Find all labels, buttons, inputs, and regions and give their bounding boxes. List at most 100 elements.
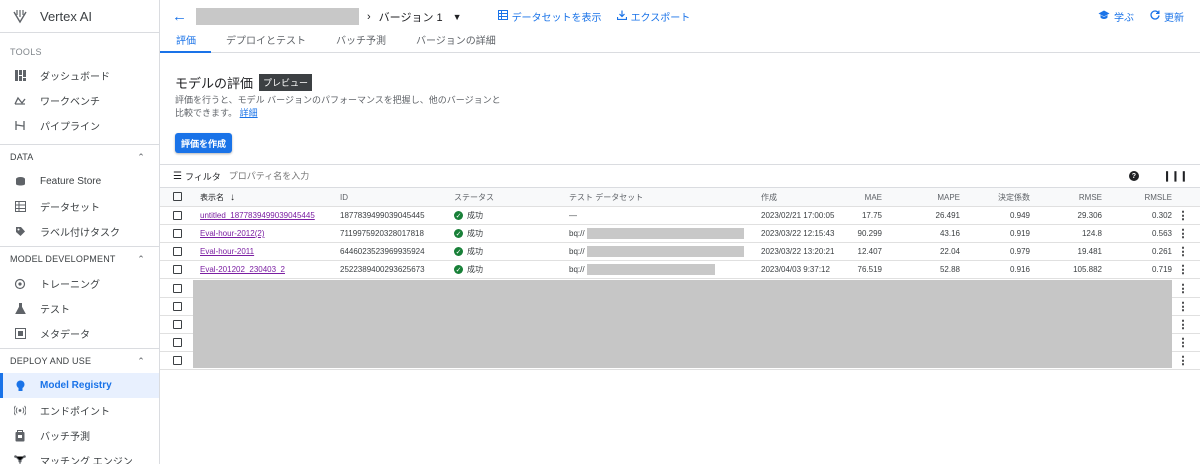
filter-icon[interactable]: ☰: [173, 171, 182, 182]
top-bar: ← › バージョン 1 ▼ データセットを表示 エクスポート 学ぶ 更新: [160, 0, 1200, 33]
row-checkbox[interactable]: [173, 302, 182, 311]
column-header-rmse[interactable]: RMSE: [1060, 188, 1102, 206]
sidebar-item-pipeline[interactable]: パイプライン: [0, 113, 159, 138]
column-display-icon[interactable]: ❙❙❙: [1163, 171, 1188, 182]
status-text: 成功: [467, 229, 483, 238]
learn-label: 学ぶ: [1114, 13, 1134, 24]
description-text: 評価を行うと、モデル バージョンのパフォーマンスを把握し、他のバージョンと比較で…: [175, 95, 501, 118]
sidebar-item-training[interactable]: トレーニング: [0, 271, 159, 296]
section-model-development-header[interactable]: MODEL DEVELOPMENT ⌃: [0, 246, 159, 271]
version-selector-label[interactable]: バージョン 1: [379, 9, 443, 25]
table-row[interactable]: Eval-201202_230403_2 2522389400293625673…: [160, 261, 1200, 279]
vertex-ai-logo-icon: [13, 10, 27, 24]
more-vert-icon[interactable]: ⋮: [1176, 280, 1190, 297]
tab-batch-prediction[interactable]: バッチ予測: [321, 33, 401, 52]
details-link[interactable]: 詳細: [240, 108, 258, 118]
tab-deploy-test[interactable]: デプロイとテスト: [211, 33, 321, 52]
sidebar-item-model-registry[interactable]: Model Registry: [0, 373, 159, 398]
more-vert-icon[interactable]: ⋮: [1176, 352, 1190, 369]
brand[interactable]: Vertex AI: [0, 0, 159, 33]
more-vert-icon[interactable]: ⋮: [1176, 207, 1190, 224]
row-checkbox[interactable]: [173, 284, 182, 293]
rmsle-cell: 0.261: [1151, 247, 1172, 256]
table-row[interactable]: Eval-hour-2012(2) 7119975920328017818 ✓ 成…: [160, 225, 1200, 243]
sidebar-item-labeling[interactable]: ラベル付けタスク: [0, 219, 159, 244]
table-row[interactable]: untitled_1877839499039045445 18778394990…: [160, 207, 1200, 225]
status-text: 成功: [467, 211, 483, 220]
sidebar-item-dataset[interactable]: データセット: [0, 194, 159, 219]
rmsle-cell: 0.563: [1151, 229, 1172, 238]
row-checkbox[interactable]: [173, 229, 182, 238]
evaluation-name-link[interactable]: Eval-hour-2011: [200, 243, 254, 260]
row-checkbox[interactable]: [173, 320, 182, 329]
refresh-button[interactable]: 更新: [1150, 9, 1184, 24]
section-data-header[interactable]: DATA ⌃: [0, 144, 159, 169]
column-header-dataset[interactable]: テスト データセット: [569, 188, 643, 206]
filter-bar: ☰ フィルタ ? ❙❙❙: [160, 164, 1200, 188]
row-checkbox[interactable]: [173, 247, 182, 256]
table-header-row: 表示名 ↓ ID ステータス テスト データセット 作成 MAE MAPE 決定係…: [160, 188, 1200, 207]
section-deploy-header[interactable]: DEPLOY AND USE ⌃: [0, 348, 159, 373]
metadata-icon: [14, 328, 26, 340]
evaluation-id: 7119975920328017818: [340, 229, 424, 238]
dropdown-caret-icon[interactable]: ▼: [453, 12, 462, 22]
dataset-cell: —: [569, 211, 577, 220]
dataset-prefix: bq://: [569, 265, 585, 274]
column-header-mape[interactable]: MAPE: [928, 188, 960, 206]
evaluation-name-link[interactable]: Eval-201202_230403_2: [200, 261, 285, 278]
page-title: モデルの評価: [175, 76, 254, 91]
mae-cell: 90.299: [857, 229, 882, 238]
more-vert-icon[interactable]: ⋮: [1176, 243, 1190, 260]
sidebar-item-matching-engine[interactable]: マッチング エンジン: [0, 448, 159, 464]
tab-evaluate[interactable]: 評価: [160, 33, 211, 53]
learn-button[interactable]: 学ぶ: [1098, 9, 1134, 24]
more-vert-icon[interactable]: ⋮: [1176, 316, 1190, 333]
sidebar-item-dashboard[interactable]: ダッシュボード: [0, 63, 159, 88]
show-dataset-button[interactable]: データセットを表示: [497, 9, 602, 24]
tab-version-details[interactable]: バージョンの詳細: [401, 33, 511, 52]
column-header-status[interactable]: ステータス: [454, 188, 494, 206]
row-checkbox[interactable]: [173, 211, 182, 220]
table-row[interactable]: Eval-hour-2011 6446023523969935924 ✓ 成功 b…: [160, 243, 1200, 261]
sidebar-item-feature-store[interactable]: Feature Store: [0, 169, 159, 194]
training-icon: [14, 278, 26, 290]
dataset-path-redacted: [586, 264, 715, 275]
help-icon[interactable]: ?: [1128, 171, 1139, 181]
filter-input[interactable]: [228, 171, 429, 181]
column-header-id[interactable]: ID: [340, 188, 348, 206]
batch-icon: [14, 429, 26, 442]
status-cell: ✓ 成功: [454, 261, 483, 278]
rmse-cell: 105.882: [1073, 265, 1102, 274]
chevron-up-icon: ⌃: [137, 151, 145, 162]
row-checkbox[interactable]: [173, 338, 182, 347]
more-vert-icon[interactable]: ⋮: [1176, 225, 1190, 242]
check-circle-icon: ✓: [454, 265, 463, 274]
sidebar-item-batch-prediction[interactable]: バッチ予測: [0, 423, 159, 448]
row-checkbox[interactable]: [173, 265, 182, 274]
export-button[interactable]: エクスポート: [616, 9, 690, 24]
column-header-name[interactable]: 表示名 ↓: [200, 188, 235, 206]
evaluation-name-link[interactable]: Eval-hour-2012(2): [200, 225, 264, 242]
row-checkbox[interactable]: [173, 356, 182, 365]
more-vert-icon[interactable]: ⋮: [1176, 298, 1190, 315]
select-all-checkbox[interactable]: [173, 192, 182, 201]
more-vert-icon[interactable]: ⋮: [1176, 261, 1190, 278]
column-header-created[interactable]: 作成: [761, 188, 777, 206]
create-evaluation-button[interactable]: 評価を作成: [175, 133, 232, 153]
sort-down-arrow-icon[interactable]: ↓: [230, 192, 235, 203]
more-vert-icon[interactable]: ⋮: [1176, 334, 1190, 351]
column-header-mae[interactable]: MAE: [850, 188, 882, 206]
evaluation-name-link[interactable]: untitled_1877839499039045445: [200, 207, 315, 224]
sidebar-item-workbench[interactable]: ワークベンチ: [0, 88, 159, 113]
column-header-r2[interactable]: 決定係数: [990, 188, 1030, 206]
dashboard-icon: [14, 70, 26, 82]
back-arrow-icon[interactable]: ←: [172, 8, 187, 25]
sidebar-item-metadata[interactable]: メタデータ: [0, 321, 159, 346]
sidebar-item-label: メタデータ: [40, 330, 90, 341]
filter-label: フィルタ: [184, 171, 221, 182]
sidebar-item-endpoints[interactable]: エンドポイント: [0, 398, 159, 423]
sidebar-item-experiments[interactable]: テスト: [0, 296, 159, 321]
tab-bar: 評価 デプロイとテスト バッチ予測 バージョンの詳細: [160, 33, 1200, 53]
column-header-rmsle[interactable]: RMSLE: [1130, 188, 1172, 206]
created-cell: 2023/02/21 17:00:05: [761, 211, 835, 220]
